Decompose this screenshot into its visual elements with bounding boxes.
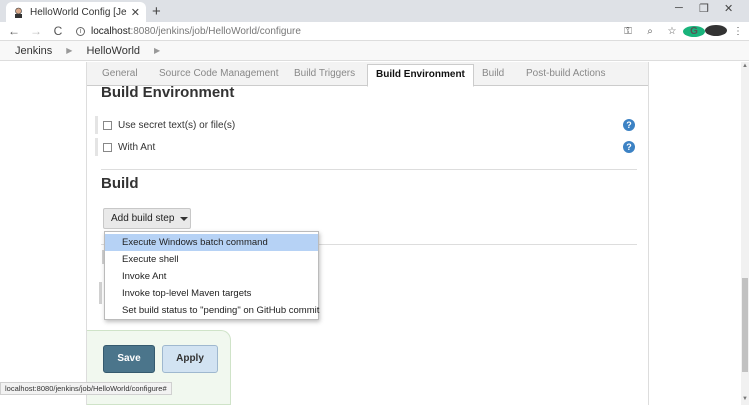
window-close-icon[interactable]: ✕ [724, 2, 733, 15]
tab-build-triggers[interactable]: Build Triggers [294, 68, 355, 79]
with-ant-checkbox[interactable] [103, 142, 112, 152]
build-step-menu: Execute Windows batch command Execute sh… [104, 231, 319, 320]
save-button[interactable]: Save [103, 345, 155, 373]
tab-build[interactable]: Build [482, 68, 504, 79]
status-bar-url: localhost:8080/jenkins/job/HelloWorld/co… [0, 382, 172, 395]
restore-icon[interactable]: ❐ [699, 2, 709, 15]
breadcrumb-helloworld[interactable]: HelloWorld [86, 45, 140, 57]
config-tab-bar: General Source Code Management Build Tri… [87, 62, 648, 87]
section-divider [101, 169, 637, 170]
add-build-step-label: Add build step [111, 213, 175, 224]
breadcrumb: Jenkins ▶ HelloWorld ▶ [0, 41, 749, 61]
url-text: localhost:8080/jenkins/job/HelloWorld/co… [91, 26, 301, 37]
build-environment-title: Build Environment [101, 84, 235, 101]
hidden-row-marker [99, 282, 102, 304]
url-path: :8080/jenkins/job/HelloWorld/configure [130, 25, 301, 37]
chevron-right-icon: ▶ [66, 46, 73, 55]
forward-icon[interactable]: → [28, 24, 44, 38]
grammarly-icon[interactable]: G [683, 26, 705, 37]
address-bar[interactable]: i localhost:8080/jenkins/job/HelloWorld/… [76, 23, 616, 39]
back-icon[interactable]: ← [6, 24, 22, 38]
chevron-right-icon: ▶ [154, 46, 161, 55]
build-title: Build [101, 175, 139, 192]
secret-text-label: Use secret text(s) or file(s) [118, 119, 236, 131]
tab-post-build-actions[interactable]: Post-build Actions [526, 68, 606, 79]
page-content: General Source Code Management Build Tri… [0, 62, 741, 405]
help-icon[interactable]: ? [623, 141, 635, 153]
jenkins-favicon-icon [12, 6, 24, 18]
tab-general[interactable]: General [102, 68, 138, 79]
key-icon[interactable]: ⚿ [617, 26, 639, 37]
add-build-step-button[interactable]: Add build step [103, 208, 191, 229]
tab-title: HelloWorld Config [Jenkins] [30, 6, 127, 18]
scroll-up-icon[interactable]: ▲ [741, 63, 749, 69]
menu-item-execute-shell[interactable]: Execute shell [105, 251, 318, 268]
caret-down-icon [180, 216, 189, 221]
option-secret-text[interactable]: Use secret text(s) or file(s) [95, 116, 235, 134]
browser-titlebar: HelloWorld Config [Jenkins] ✕ + ─ ❐ ✕ [0, 0, 749, 22]
menu-item-invoke-ant[interactable]: Invoke Ant [105, 268, 318, 285]
browser-toolbar: ← → C i localhost:8080/jenkins/job/Hello… [0, 22, 749, 41]
page-scrollbar[interactable]: ▲ ▼ [741, 62, 749, 405]
secret-text-checkbox[interactable] [103, 120, 112, 130]
option-with-ant[interactable]: With Ant [95, 138, 155, 156]
site-info-icon[interactable]: i [76, 26, 85, 36]
config-panel: General Source Code Management Build Tri… [86, 62, 649, 405]
new-tab-icon[interactable]: + [152, 3, 161, 20]
menu-item-execute-windows-batch[interactable]: Execute Windows batch command [105, 234, 318, 251]
profile-avatar-icon[interactable] [705, 24, 727, 39]
menu-icon[interactable]: ⋮ [727, 26, 749, 37]
scrollbar-thumb[interactable] [742, 278, 748, 372]
url-host: localhost [91, 25, 131, 37]
breadcrumb-jenkins[interactable]: Jenkins [15, 45, 52, 57]
menu-item-github-pending-status[interactable]: Set build status to "pending" on GitHub … [105, 302, 319, 319]
reload-icon[interactable]: C [50, 24, 66, 38]
menu-item-invoke-maven[interactable]: Invoke top-level Maven targets [105, 285, 318, 302]
tab-source-code-management[interactable]: Source Code Management [159, 68, 279, 79]
star-icon[interactable]: ☆ [661, 26, 683, 37]
help-icon[interactable]: ? [623, 119, 635, 131]
tab-build-environment[interactable]: Build Environment [367, 64, 474, 87]
toolbar-actions: ⚿ ⌕ ☆ G ⋮ [617, 22, 749, 41]
with-ant-label: With Ant [118, 141, 156, 153]
browser-tab[interactable]: HelloWorld Config [Jenkins] ✕ [6, 2, 146, 22]
tab-close-icon[interactable]: ✕ [131, 6, 140, 19]
minimize-icon[interactable]: ─ [675, 2, 683, 14]
zoom-icon[interactable]: ⌕ [639, 26, 661, 37]
apply-button[interactable]: Apply [162, 345, 218, 373]
scroll-down-icon[interactable]: ▼ [741, 396, 749, 402]
